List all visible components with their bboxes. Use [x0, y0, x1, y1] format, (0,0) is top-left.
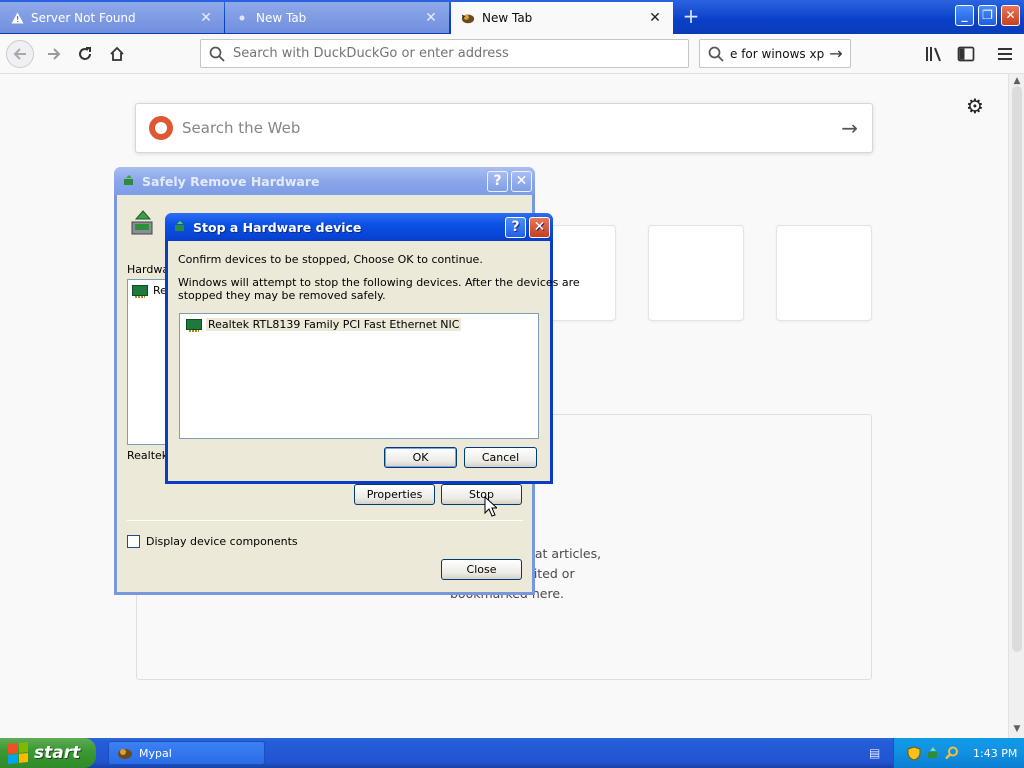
web-search-input[interactable] [182, 119, 822, 137]
warning-icon [10, 11, 24, 25]
reload-button[interactable] [71, 40, 99, 68]
search-input[interactable] [730, 46, 826, 61]
confirm-message: Confirm devices to be stopped, Choose OK… [178, 253, 483, 266]
dialog-title-bar[interactable]: Stop a Hardware device ? ✕ [165, 213, 553, 241]
tab-new-tab-1[interactable]: New Tab ✕ [225, 2, 449, 33]
stop-hardware-device-dialog: Stop a Hardware device ? ✕ Confirm devic… [165, 213, 580, 484]
back-button[interactable] [6, 40, 34, 68]
gear-icon[interactable]: ⚙ [966, 94, 984, 118]
web-search-box[interactable]: → [135, 103, 873, 153]
mouse-cursor-icon [484, 495, 499, 520]
scroll-thumb[interactable] [1012, 86, 1022, 652]
dialog-close-button[interactable]: ✕ [511, 170, 532, 192]
page-scrollbar[interactable]: ▲ ▼ [1008, 74, 1024, 738]
start-button[interactable]: start [0, 738, 96, 768]
home-button[interactable] [103, 40, 131, 68]
navigation-toolbar: → [0, 34, 1024, 74]
reload-icon [79, 47, 91, 60]
devices-to-stop-list[interactable]: Realtek RTL8139 Family PCI Fast Ethernet… [179, 313, 539, 439]
dialog-title: Stop a Hardware device [193, 219, 362, 235]
search-icon [209, 46, 225, 62]
tab-new-tab-active[interactable]: New Tab ✕ [451, 2, 673, 34]
tab-title: New Tab [482, 11, 533, 25]
mypal-icon [117, 746, 133, 760]
search-icon [708, 46, 724, 62]
taskbar-item-label: Mypal [139, 746, 172, 760]
stop-button[interactable]: Stop [441, 484, 522, 505]
divider [127, 520, 523, 521]
safely-remove-icon [129, 209, 159, 242]
window-close-button[interactable]: ✕ [1001, 5, 1020, 26]
properties-button[interactable]: Properties [354, 484, 435, 505]
cancel-button[interactable]: Cancel [464, 447, 537, 468]
dialog-title-bar[interactable]: Safely Remove Hardware ? ✕ [114, 167, 535, 195]
browser-tab-strip: Server Not Found ✕ New Tab ✕ New Tab ✕ +… [0, 0, 1024, 34]
duckduckgo-logo-icon [149, 116, 173, 140]
hardware-icon [122, 174, 136, 188]
dialog-close-button[interactable]: ✕ [529, 216, 550, 238]
restore-button[interactable]: ❐ [978, 5, 997, 26]
network-card-icon [132, 285, 148, 298]
close-tab-icon[interactable]: ✕ [423, 10, 439, 26]
search-icon[interactable] [944, 745, 960, 761]
stop-info-line-1: Windows will attempt to stop the followi… [178, 276, 580, 289]
close-tab-icon[interactable]: ✕ [647, 10, 663, 26]
close-button[interactable]: Close [441, 559, 522, 580]
list-item[interactable]: Realtek RTL8139 Family PCI Fast Ethernet… [186, 318, 538, 332]
security-shield-icon[interactable] [906, 745, 922, 761]
library-icon[interactable] [923, 43, 945, 65]
scroll-down-arrow-icon[interactable]: ▼ [1011, 724, 1023, 736]
hardware-icon [173, 220, 187, 234]
firefox-icon [461, 11, 475, 25]
search-submit-arrow-icon[interactable]: → [841, 116, 858, 140]
top-site-tile[interactable] [648, 225, 744, 321]
forward-button[interactable] [40, 40, 68, 68]
search-bar[interactable]: → [699, 39, 851, 68]
forward-arrow-icon [48, 48, 61, 60]
clock: 1:43 PM [973, 746, 1018, 760]
back-arrow-icon [13, 48, 26, 60]
search-go-arrow-icon[interactable]: → [826, 44, 846, 63]
minimize-button[interactable]: _ [955, 5, 974, 26]
keyboard-icon[interactable]: ▤ [869, 746, 880, 760]
start-label: start [34, 743, 81, 763]
display-components-label: Display device components [146, 535, 298, 548]
address-bar[interactable] [200, 39, 689, 68]
menu-icon[interactable] [994, 43, 1016, 65]
help-button[interactable]: ? [505, 216, 526, 238]
sidebar-icon[interactable] [955, 43, 977, 65]
top-site-tile[interactable] [776, 225, 872, 321]
network-card-icon [186, 319, 202, 332]
tab-server-not-found[interactable]: Server Not Found ✕ [0, 2, 224, 33]
new-tab-button[interactable]: + [678, 4, 704, 30]
help-button[interactable]: ? [487, 170, 508, 192]
taskbar-item-mypal[interactable]: Mypal [108, 741, 265, 765]
dialog-title: Safely Remove Hardware [142, 173, 320, 189]
device-name: Realtek RTL8139 Family PCI Fast Ethernet… [206, 318, 462, 331]
stop-info-line-2: stopped they may be removed safely. [178, 289, 386, 302]
windows-logo-icon [8, 741, 28, 765]
tab-title: New Tab [256, 10, 307, 25]
display-components-option[interactable]: Display device components [127, 535, 298, 548]
close-tab-icon[interactable]: ✕ [198, 10, 214, 26]
ok-button[interactable]: OK [384, 447, 457, 468]
system-tray: 1:43 PM [893, 738, 1024, 768]
address-input[interactable] [233, 46, 673, 61]
display-components-checkbox[interactable] [127, 535, 140, 548]
dot-icon [235, 11, 249, 25]
hardware-devices-label: Hardwa [127, 263, 170, 276]
home-icon [110, 46, 124, 61]
device-description: Realtek [127, 449, 169, 462]
tab-title: Server Not Found [31, 10, 136, 25]
safely-remove-hardware-tray-icon[interactable] [925, 745, 941, 761]
